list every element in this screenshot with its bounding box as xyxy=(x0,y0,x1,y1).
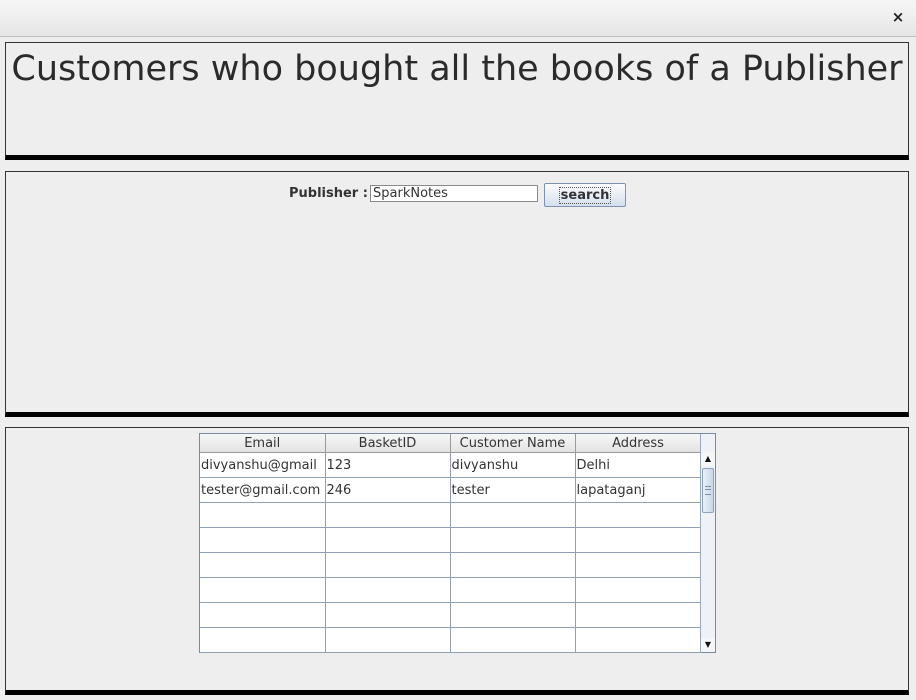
grip-icon xyxy=(705,486,711,495)
vertical-scrollbar[interactable]: ▲ ▼ xyxy=(700,434,715,652)
close-icon[interactable]: × xyxy=(890,8,906,26)
table-cell[interactable] xyxy=(325,577,451,603)
table-cell[interactable] xyxy=(200,627,326,653)
table-cell[interactable] xyxy=(575,627,702,653)
table-row[interactable] xyxy=(200,552,702,578)
table-header-row: Email BasketID Customer Name Address xyxy=(200,434,702,453)
scroll-down-arrow-icon[interactable]: ▼ xyxy=(701,638,715,652)
table-cell[interactable] xyxy=(575,527,702,553)
column-header-address[interactable]: Address xyxy=(575,434,702,453)
table-cell[interactable] xyxy=(325,602,451,628)
table-cell[interactable] xyxy=(325,627,451,653)
column-header-email[interactable]: Email xyxy=(200,434,326,453)
table-cell[interactable]: lapataganj xyxy=(575,477,702,503)
table-row[interactable] xyxy=(200,602,702,628)
table-cell[interactable] xyxy=(450,577,576,603)
search-row: Publisher : search xyxy=(6,183,908,207)
search-panel: Publisher : search xyxy=(5,171,909,417)
table-cell[interactable] xyxy=(200,577,326,603)
table-row[interactable] xyxy=(200,502,702,528)
table-cell[interactable] xyxy=(575,577,702,603)
table-cell[interactable] xyxy=(450,627,576,653)
table-cell[interactable] xyxy=(325,552,451,578)
table-row[interactable]: tester@gmail.com 246 tester lapataganj xyxy=(200,477,702,503)
column-header-basketid[interactable]: BasketID xyxy=(325,434,451,453)
table-cell[interactable]: divyanshu xyxy=(450,452,576,478)
table-cell[interactable]: tester xyxy=(450,477,576,503)
table-cell[interactable]: tester@gmail.com xyxy=(200,477,326,503)
table-cell[interactable] xyxy=(450,552,576,578)
results-table-container: Email BasketID Customer Name Address div… xyxy=(199,433,716,653)
table-cell[interactable] xyxy=(200,602,326,628)
title-panel: Customers who bought all the books of a … xyxy=(5,42,909,160)
table-cell[interactable] xyxy=(325,502,451,528)
table-cell[interactable] xyxy=(325,527,451,553)
search-button-label: search xyxy=(558,186,612,204)
table-cell[interactable] xyxy=(575,602,702,628)
table-cell[interactable] xyxy=(200,552,326,578)
column-header-customer-name[interactable]: Customer Name xyxy=(450,434,576,453)
table-cell[interactable] xyxy=(450,502,576,528)
window-titlebar: × xyxy=(0,0,916,37)
table-row[interactable]: divyanshu@gmail 123 divyanshu Delhi xyxy=(200,452,702,478)
table-cell[interactable] xyxy=(450,527,576,553)
table-cell[interactable] xyxy=(450,602,576,628)
table-cell[interactable] xyxy=(200,502,326,528)
table-cell[interactable] xyxy=(575,502,702,528)
table-cell[interactable]: Delhi xyxy=(575,452,702,478)
publisher-input[interactable] xyxy=(370,185,538,202)
table-cell[interactable]: divyanshu@gmail xyxy=(200,452,326,478)
scroll-up-arrow-icon[interactable]: ▲ xyxy=(701,452,715,466)
table-row[interactable] xyxy=(200,627,702,653)
table-cell[interactable] xyxy=(575,552,702,578)
table-row[interactable] xyxy=(200,577,702,603)
publisher-label: Publisher : xyxy=(289,186,368,201)
scrollbar-thumb[interactable] xyxy=(702,468,714,513)
page-title: Customers who bought all the books of a … xyxy=(11,49,903,89)
results-panel: Email BasketID Customer Name Address div… xyxy=(5,427,909,695)
table-row[interactable] xyxy=(200,527,702,553)
table-cell[interactable]: 123 xyxy=(325,452,451,478)
results-table: Email BasketID Customer Name Address div… xyxy=(200,434,702,653)
table-cell[interactable] xyxy=(200,527,326,553)
search-button[interactable]: search xyxy=(544,183,626,207)
table-cell[interactable]: 246 xyxy=(325,477,451,503)
